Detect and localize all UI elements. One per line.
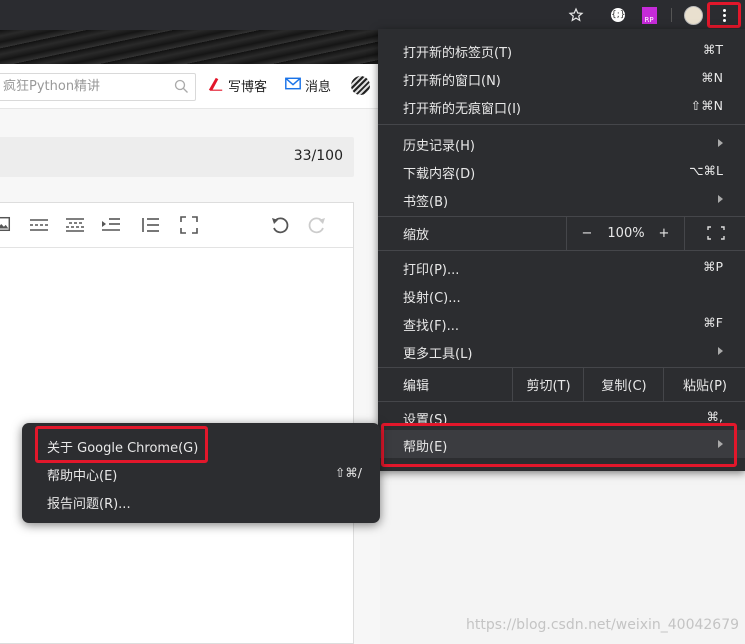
- menu-item-find[interactable]: 查找(F)... ⌘F: [378, 309, 745, 337]
- messages-link[interactable]: 消息: [285, 76, 331, 95]
- menu-item-more-tools[interactable]: 更多工具(L): [378, 337, 745, 365]
- menu-item-help[interactable]: 帮助(E): [378, 430, 745, 458]
- profile-avatar[interactable]: [683, 5, 703, 25]
- pen-icon: [208, 77, 224, 95]
- help-submenu: 关于 Google Chrome(G) 帮助中心(E) ⇧⌘/ 报告问题(R).…: [22, 423, 380, 523]
- menu-divider: [378, 401, 745, 402]
- zoom-in-button[interactable]: +: [646, 216, 682, 250]
- indent-icon[interactable]: [101, 215, 121, 235]
- horizontal-rule-icon[interactable]: [29, 215, 49, 235]
- search-icon[interactable]: [174, 79, 189, 98]
- menu-divider: [378, 250, 745, 251]
- search-input[interactable]: [0, 74, 163, 98]
- chrome-menu-button[interactable]: [707, 2, 741, 28]
- menu-divider: [378, 124, 745, 125]
- menu-edit-row: 编辑 剪切(T) 复制(C) 粘贴(P): [378, 367, 745, 401]
- editor-toolbar: [0, 203, 353, 248]
- user-avatar[interactable]: [351, 76, 370, 95]
- menu-item-new-tab[interactable]: 打开新的标签页(T) ⌘T: [378, 36, 745, 64]
- menu-item-settings[interactable]: 设置(S) ⌘,: [378, 403, 745, 431]
- extension-json-icon[interactable]: {;}: [608, 5, 628, 25]
- fullscreen-icon: [706, 226, 725, 240]
- extension-rp-icon[interactable]: RP: [640, 5, 658, 25]
- cut-button[interactable]: 剪切(T): [512, 367, 584, 401]
- watermark: https://blog.csdn.net/weixin_40042679: [466, 617, 740, 633]
- submenu-item-report-issue[interactable]: 报告问题(R)...: [22, 487, 380, 515]
- zoom-out-button[interactable]: −: [566, 216, 607, 250]
- paste-button[interactable]: 粘贴(P): [663, 367, 745, 401]
- submenu-arrow-icon: [718, 139, 723, 147]
- article-title-bar[interactable]: 33/100: [0, 137, 354, 177]
- chrome-main-menu: 打开新的标签页(T) ⌘T 打开新的窗口(N) ⌘N 打开新的无痕窗口(I) ⇧…: [378, 29, 745, 471]
- kebab-menu-icon: [722, 8, 726, 22]
- bookmark-star-icon[interactable]: [566, 5, 586, 25]
- copy-button[interactable]: 复制(C): [583, 367, 664, 401]
- site-header: 写博客 消息: [0, 64, 380, 109]
- mail-icon: [285, 77, 301, 94]
- menu-item-bookmarks[interactable]: 书签(B): [378, 185, 745, 213]
- fullscreen-button[interactable]: [684, 216, 745, 250]
- menu-item-new-window[interactable]: 打开新的窗口(N) ⌘N: [378, 64, 745, 92]
- redo-icon[interactable]: [307, 215, 327, 235]
- menu-item-cast[interactable]: 投射(C)...: [378, 281, 745, 309]
- toolbar-divider: [671, 8, 672, 22]
- submenu-item-about-chrome[interactable]: 关于 Google Chrome(G): [22, 431, 380, 459]
- submenu-arrow-icon: [718, 195, 723, 203]
- ordered-list-icon[interactable]: [140, 215, 160, 235]
- menu-item-history[interactable]: 历史记录(H): [378, 129, 745, 157]
- menu-item-print[interactable]: 打印(P)... ⌘P: [378, 253, 745, 281]
- title-char-counter: 33/100: [293, 148, 343, 164]
- undo-icon[interactable]: [270, 215, 290, 235]
- search-box: [0, 73, 196, 101]
- submenu-arrow-icon: [718, 347, 723, 355]
- image-icon[interactable]: [0, 215, 14, 235]
- zoom-level: 100%: [607, 225, 645, 241]
- list-dashed-icon[interactable]: [65, 215, 85, 235]
- menu-zoom-row: 缩放 − 100% +: [378, 216, 745, 250]
- write-blog-link[interactable]: 写博客: [208, 76, 267, 95]
- menu-item-downloads[interactable]: 下载内容(D) ⌥⌘L: [378, 157, 745, 185]
- menu-item-new-incognito[interactable]: 打开新的无痕窗口(I) ⇧⌘N: [378, 92, 745, 120]
- submenu-item-help-center[interactable]: 帮助中心(E) ⇧⌘/: [22, 459, 380, 487]
- submenu-arrow-icon: [718, 440, 723, 448]
- browser-toolbar: {;} RP: [0, 0, 745, 30]
- fullscreen-icon[interactable]: [179, 215, 199, 235]
